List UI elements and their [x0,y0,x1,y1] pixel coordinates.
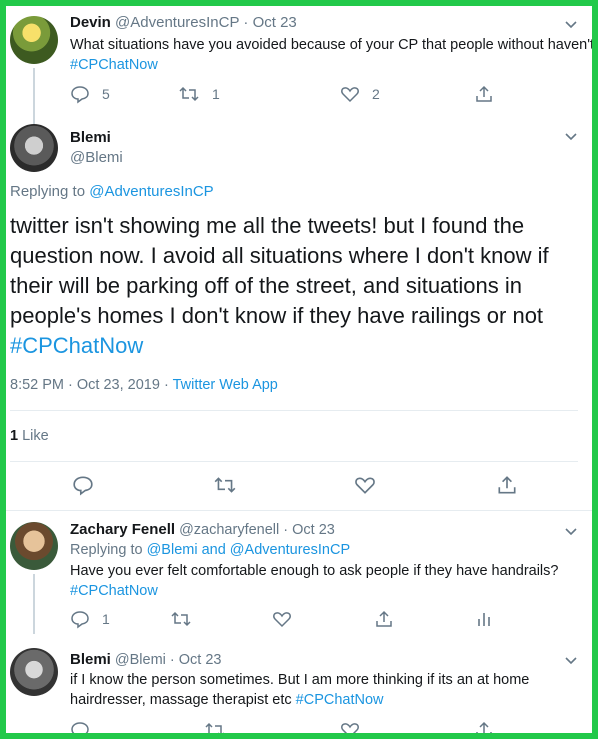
replying-to: Replying to @AdventuresInCP [10,183,214,200]
share-icon [476,85,492,102]
tweet-header: Zachary Fenell @zacharyfenell · Oct 23 [70,521,335,538]
like-total: 1 [10,428,19,444]
separator: · [283,522,289,538]
retweet-button[interactable] [204,720,226,733]
reply-icon [73,476,93,496]
avatar[interactable] [10,648,58,696]
reply-icon [71,611,89,629]
reply-button[interactable] [72,474,94,496]
analytics-button[interactable] [474,609,494,629]
separator: · [169,652,175,668]
share-icon [476,721,492,733]
chevron-down-icon[interactable] [564,18,578,32]
replying-to-link[interactable]: @Blemi and @AdventuresInCP [147,542,351,558]
reply-count: 5 [102,86,110,102]
divider [10,461,578,462]
tweet-text: What situations have you avoided because… [70,37,592,53]
tweet-date[interactable]: Oct 23 [253,14,297,31]
retweet-icon [171,611,191,627]
hashtag-link[interactable]: #CPChatNow [70,57,158,73]
chevron-down-icon[interactable] [564,525,578,539]
hashtag-link[interactable]: #CPChatNow [70,583,158,599]
avatar[interactable] [10,522,58,570]
share-icon [376,610,392,627]
tweet-date[interactable]: Oct 23 [179,652,222,668]
like-button[interactable] [354,474,376,496]
replying-label: Replying to [10,183,86,200]
avatar[interactable] [10,124,58,172]
share-button[interactable] [474,720,494,733]
tweet-text: hairdresser, massage therapist etc [70,692,292,708]
timestamp[interactable]: 8:52 PM · Oct 23, 2019 · [10,377,169,393]
replying-to-link[interactable]: @AdventuresInCP [89,183,213,200]
reply-icon [71,722,89,733]
analytics-icon [478,613,490,626]
tweet-text: Have you ever felt comfortable enough to… [70,563,559,579]
chevron-down-icon[interactable] [564,130,578,144]
retweet-button[interactable] [170,609,192,629]
share-icon [498,476,516,494]
replying-to: Replying to @Blemi and @AdventuresInCP [70,542,350,558]
author-name[interactable]: Devin [70,14,111,31]
retweet-icon [205,722,224,733]
like-button[interactable] [340,720,360,733]
tweet-body: twitter isn't showing me all the tweets!… [10,211,580,361]
like-button[interactable] [272,609,292,629]
divider [10,410,578,411]
retweet-icon [214,477,236,493]
retweet-button[interactable] [213,474,237,496]
reply-button[interactable]: 1 [70,609,110,629]
author-handle[interactable]: @AdventuresInCP [115,14,239,31]
thread-line [33,574,35,634]
tweet-date[interactable]: Oct 23 [292,522,335,538]
chevron-down-icon[interactable] [564,654,578,668]
tweet-header: Devin @AdventuresInCP · Oct 23 [70,14,297,31]
share-button[interactable] [496,474,518,496]
retweet-count: 1 [212,86,220,102]
hashtag-link[interactable]: #CPChatNow [296,692,384,708]
separator: · [243,14,249,31]
hashtag-link[interactable]: #CPChatNow [10,333,143,358]
divider [6,510,592,511]
tweet-text: if I know the person sometimes. But I am… [70,672,530,688]
like-count: 2 [372,86,380,102]
replying-label: Replying to [70,542,143,558]
retweet-icon [179,86,199,102]
author-handle[interactable]: @Blemi [115,652,166,668]
retweet-button[interactable]: 1 [178,84,220,104]
share-button[interactable] [474,84,494,104]
like-icon [355,477,375,494]
reply-button[interactable] [70,720,90,733]
source-link[interactable]: Twitter Web App [173,377,278,393]
author-handle[interactable]: @zacharyfenell [179,522,279,538]
tweet-text: twitter isn't showing me all the tweets!… [10,213,549,328]
tweet-header: Blemi @Blemi · Oct 23 [70,651,222,668]
author-name[interactable]: Zachary Fenell [70,521,175,538]
like-button[interactable]: 2 [340,84,380,104]
like-icon [273,612,291,628]
like-stats[interactable]: 1 Like [10,428,49,444]
like-icon [341,723,359,733]
like-icon [341,87,359,103]
avatar[interactable] [10,16,58,64]
author-name[interactable]: Blemi [70,651,111,668]
reply-button[interactable]: 5 [70,84,110,104]
tweet-text-continued: hairdresser, massage therapist etc #CPCh… [70,692,384,708]
thread-line [33,68,35,124]
reply-count: 1 [102,611,110,627]
tweet-meta: 8:52 PM · Oct 23, 2019 · Twitter Web App [10,377,278,393]
author-handle[interactable]: @Blemi [70,149,123,166]
reply-icon [71,86,89,104]
tweet-thread: Devin @AdventuresInCP · Oct 23 What situ… [6,6,592,733]
share-button[interactable] [374,609,394,629]
author-name[interactable]: Blemi [70,129,111,146]
like-label: Like [22,428,49,444]
